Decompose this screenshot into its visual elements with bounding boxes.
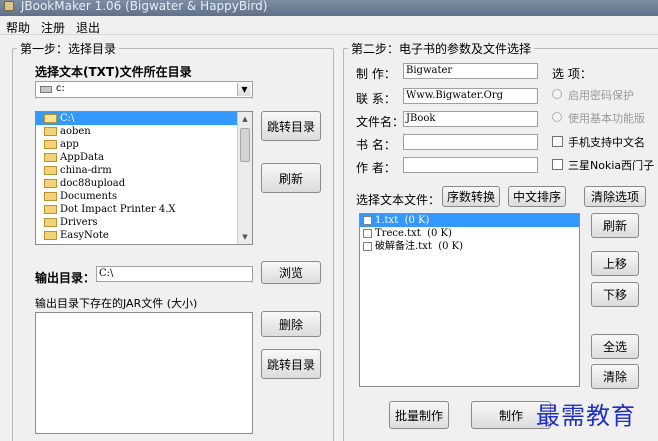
step2-legend: 第二步：电子书的参数及文件选择 <box>351 42 532 56</box>
folder-icon <box>44 205 57 214</box>
author-input[interactable] <box>403 157 538 173</box>
directory-item[interactable]: Documents <box>36 190 252 203</box>
chinese-support-label: 手机支持中文名 <box>568 136 645 149</box>
output-dir-label: 输出目录： <box>35 271 96 285</box>
menu-help[interactable]: 帮助 <box>3 18 33 37</box>
directory-scrollbar[interactable]: ▲ ▼ <box>237 112 252 244</box>
directory-item[interactable]: china-drm <box>36 164 252 177</box>
file-list-item[interactable]: 1.txt (0 K) <box>360 214 579 227</box>
contact-label: 联 系： <box>356 92 396 106</box>
file-checkbox[interactable] <box>363 229 372 238</box>
scroll-thumb[interactable] <box>240 128 250 162</box>
text-file-list[interactable]: 1.txt (0 K) Trece.txt (0 K) 破解备注.txt (0 … <box>359 213 580 387</box>
window-title-bar: JBookMaker 1.06 (Bigwater & HappyBird) <box>0 0 658 16</box>
file-checkbox[interactable] <box>363 242 372 251</box>
refresh-files-button[interactable]: 刷新 <box>591 213 639 238</box>
clear-options-button[interactable]: 清除选项 <box>584 186 646 207</box>
folder-open-icon <box>44 114 57 123</box>
author-label: 作 者： <box>356 161 396 175</box>
basic-functions-radio[interactable] <box>552 112 562 122</box>
directory-item[interactable]: Drivers <box>36 216 252 229</box>
menu-exit[interactable]: 退出 <box>73 18 103 37</box>
step1-legend: 第一步：选择目录 <box>20 42 117 56</box>
jump-dir-button[interactable]: 跳转目录 <box>261 111 321 141</box>
chinese-support-checkbox[interactable] <box>552 136 563 147</box>
window-title: JBookMaker 1.06 (Bigwater & HappyBird) <box>20 0 268 13</box>
batch-make-button[interactable]: 批量制作 <box>389 401 449 429</box>
select-dir-label: 选择文本(TXT)文件所在目录 <box>35 65 192 79</box>
directory-item[interactable]: C:\ <box>36 112 252 125</box>
clear-files-button[interactable]: 清除 <box>591 364 639 389</box>
directory-item[interactable]: Dot Impact Printer 4.X <box>36 203 252 216</box>
directory-item[interactable]: app <box>36 138 252 151</box>
folder-icon <box>44 231 57 240</box>
bookname-input[interactable] <box>403 134 538 150</box>
folder-icon <box>44 127 57 136</box>
file-list-item[interactable]: 破解备注.txt (0 K) <box>360 240 579 253</box>
folder-icon <box>44 179 57 188</box>
output-dir-input[interactable]: C:\ <box>96 266 253 282</box>
contact-input[interactable]: Www.Bigwater.Org <box>403 88 538 104</box>
move-down-button[interactable]: 下移 <box>591 282 639 307</box>
scroll-up-icon[interactable]: ▲ <box>238 112 252 126</box>
move-up-button[interactable]: 上移 <box>591 251 639 276</box>
password-protect-radio[interactable] <box>552 89 562 99</box>
select-all-button[interactable]: 全选 <box>591 334 639 359</box>
samsung-nokia-label: 三星Nokia西门子 <box>568 159 655 172</box>
chevron-down-icon[interactable]: ▼ <box>237 83 251 96</box>
folder-icon <box>44 192 57 201</box>
delete-button[interactable]: 删除 <box>261 311 321 337</box>
directory-list[interactable]: C:\ aoben app AppData china-drm doc88upl… <box>35 111 253 245</box>
maker-label: 制 作： <box>356 67 396 81</box>
basic-functions-label: 使用基本功能版 <box>568 112 645 125</box>
filename-label: 文件名： <box>356 115 405 129</box>
directory-item[interactable]: aoben <box>36 125 252 138</box>
menu-register[interactable]: 注册 <box>38 18 68 37</box>
file-checkbox[interactable] <box>363 216 372 225</box>
folder-icon <box>44 166 57 175</box>
number-sort-button[interactable]: 序数转换 <box>442 186 500 207</box>
directory-item[interactable]: doc88upload <box>36 177 252 190</box>
select-text-files-label: 选择文本文件： <box>356 193 441 207</box>
samsung-nokia-checkbox[interactable] <box>552 159 563 170</box>
folder-icon <box>44 153 57 162</box>
folder-icon <box>44 218 57 227</box>
directory-item[interactable]: AppData <box>36 151 252 164</box>
bookname-label: 书 名： <box>356 138 396 152</box>
filename-input[interactable]: JBook <box>403 111 538 127</box>
drive-value: c: <box>56 83 65 94</box>
scroll-down-icon[interactable]: ▼ <box>238 230 252 244</box>
jump-dir-button-2[interactable]: 跳转目录 <box>261 349 321 379</box>
directory-item[interactable]: EasyNote <box>36 229 252 242</box>
options-label: 选 项： <box>552 67 592 81</box>
maker-input[interactable]: Bigwater <box>403 63 538 79</box>
jar-file-list[interactable] <box>35 312 253 434</box>
watermark-text: 最需教育 <box>536 402 636 430</box>
drive-icon <box>40 86 52 93</box>
drive-select[interactable]: c: ▼ <box>35 81 253 98</box>
password-protect-label: 启用密码保护 <box>568 89 634 102</box>
folder-icon <box>44 140 57 149</box>
file-list-item[interactable]: Trece.txt (0 K) <box>360 227 579 240</box>
menu-bar: 帮助 注册 退出 <box>0 16 658 35</box>
refresh-dir-button[interactable]: 刷新 <box>261 163 321 193</box>
browse-button[interactable]: 浏览 <box>261 261 321 284</box>
chinese-sort-button[interactable]: 中文排序 <box>508 186 566 207</box>
app-icon <box>4 1 14 11</box>
jar-list-label: 输出目录下存在的JAR文件 (大小) <box>35 297 198 310</box>
